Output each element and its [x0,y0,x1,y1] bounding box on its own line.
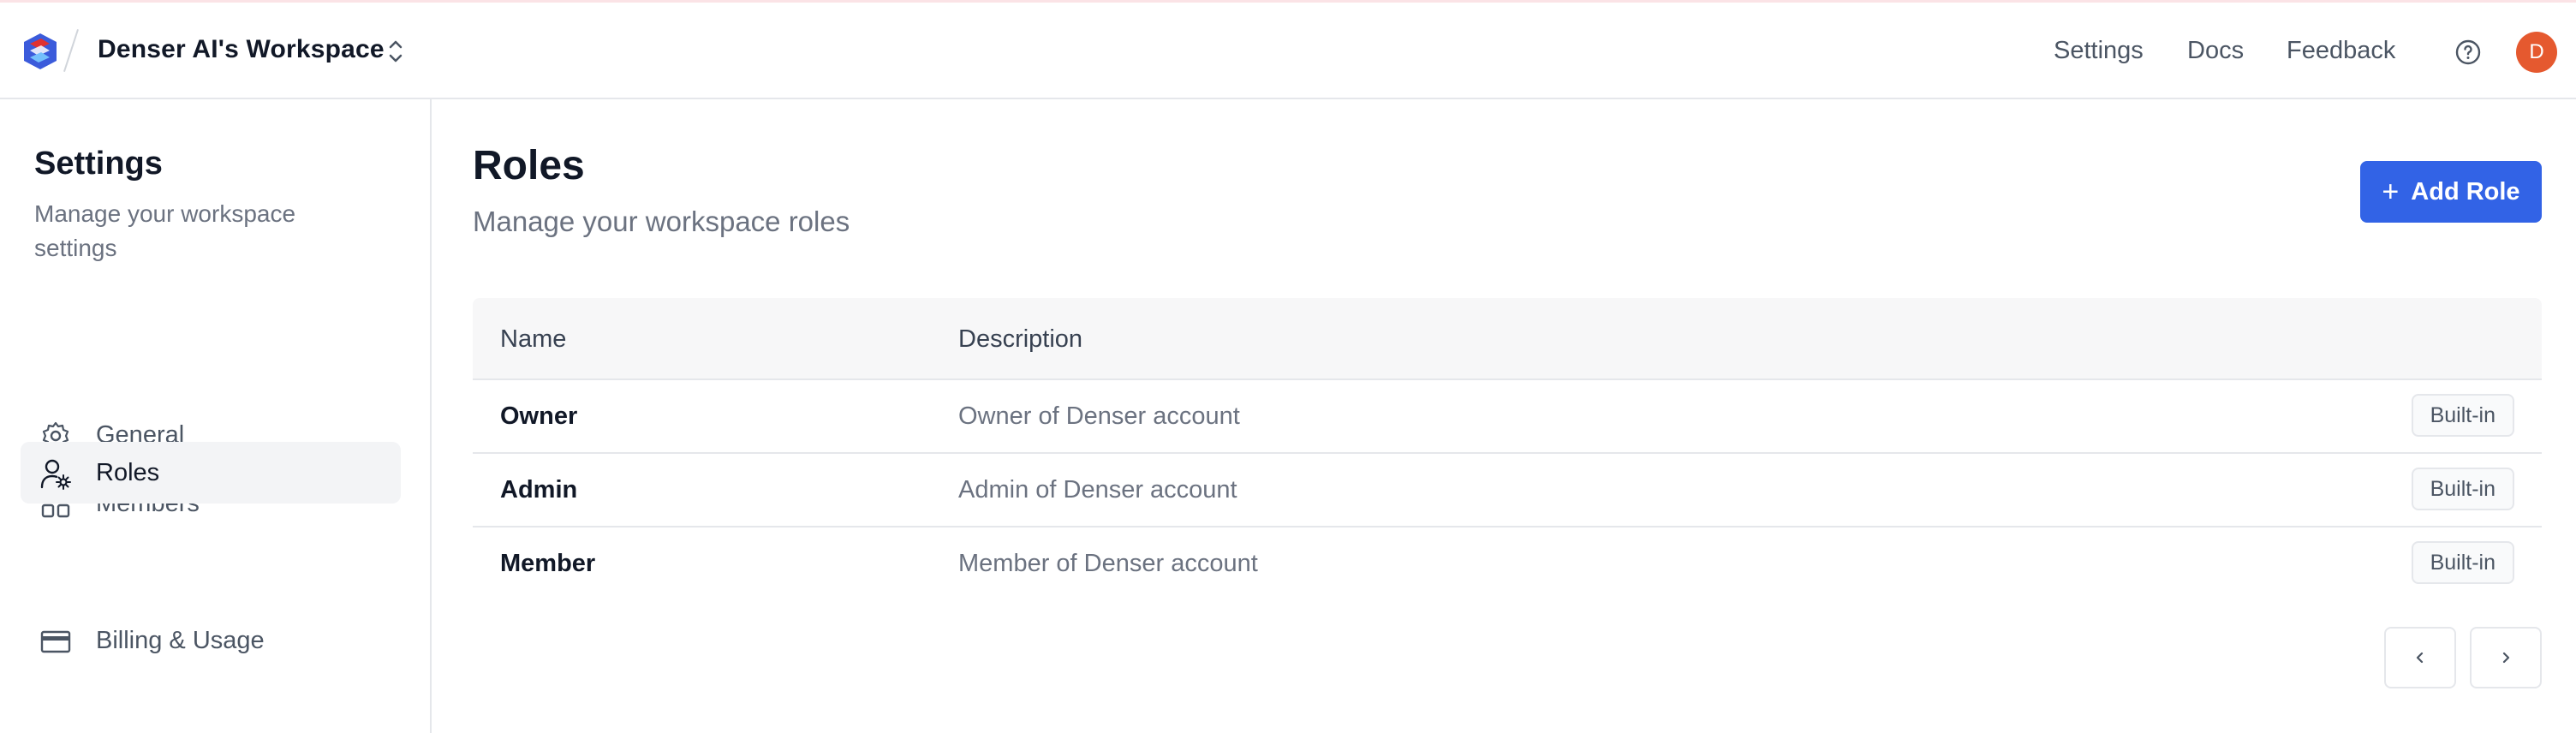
column-header-description: Description [958,325,1083,353]
table-header: Name Description [473,298,2542,380]
add-role-button[interactable]: + Add Role [2360,161,2542,223]
column-header-name: Name [500,325,567,353]
role-description: Member of Denser account [958,550,1258,577]
sidebar-title: Settings [34,146,163,182]
table-row[interactable]: Owner Owner of Denser account Built-in [473,380,2542,454]
built-in-badge: Built-in [2411,541,2514,584]
settings-sidebar: Settings Manage your workspace settings … [0,99,432,733]
next-page-button[interactable] [2470,627,2542,688]
nav-settings-link[interactable]: Settings [2054,37,2144,65]
sidebar-subtitle: Manage your workspace settings [34,200,296,261]
page-title: Roles [473,143,585,188]
sidebar-item-label: Billing & Usage [96,627,265,654]
sidebar-item-billing[interactable]: Billing & Usage [21,610,401,671]
user-cog-icon [40,459,71,490]
workspace-name[interactable]: Denser AI's Workspace [98,35,385,64]
chevron-right-icon [2502,652,2510,664]
credit-card-icon [40,630,71,653]
role-name: Admin [500,476,578,504]
denser-logo-icon[interactable] [21,32,60,71]
role-description: Admin of Denser account [958,476,1237,504]
role-name: Member [500,550,596,577]
sidebar-item-roles-active[interactable]: Roles [21,442,401,504]
nav-feedback-link[interactable]: Feedback [2287,37,2395,65]
nav-docs-link[interactable]: Docs [2187,37,2244,65]
chevron-up-down-icon[interactable] [384,37,408,66]
role-name: Owner [500,402,578,430]
chevron-left-icon [2416,652,2424,664]
page-subtitle: Manage your workspace roles [473,206,850,237]
user-avatar[interactable]: D [2516,32,2557,73]
previous-page-button[interactable] [2384,627,2456,688]
role-description: Owner of Denser account [958,402,1240,430]
built-in-badge: Built-in [2411,394,2514,437]
sidebar-item-label: Roles [96,459,160,486]
plus-icon: + [2382,176,2400,208]
roles-table: Name Description Owner Owner of Denser a… [473,298,2542,601]
help-icon[interactable] [2454,39,2482,66]
table-row[interactable]: Member Member of Denser account Built-in [473,527,2542,601]
add-role-label: Add Role [2411,177,2520,206]
built-in-badge: Built-in [2411,468,2514,510]
breadcrumb-divider [63,28,79,73]
app-header: Denser AI's Workspace Settings Docs Feed… [0,3,2576,99]
table-row[interactable]: Admin Admin of Denser account Built-in [473,454,2542,527]
